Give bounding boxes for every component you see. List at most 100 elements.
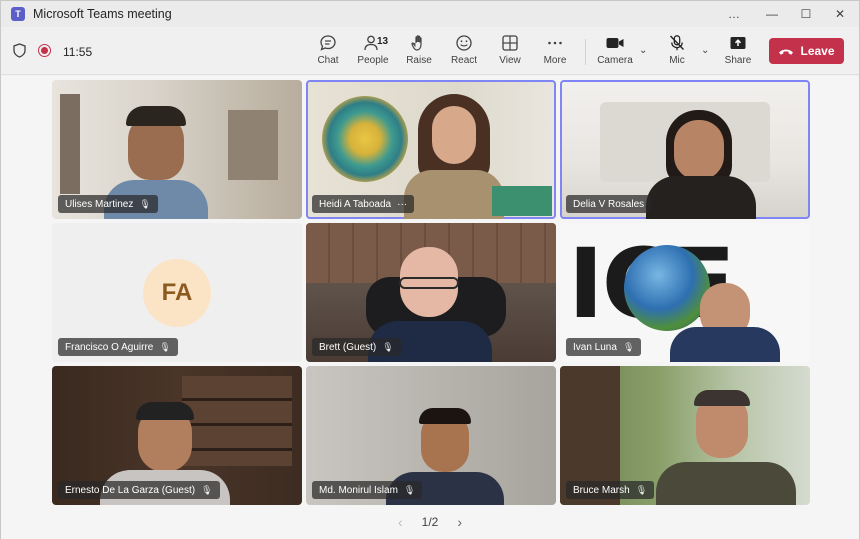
more-label: More (543, 55, 567, 66)
participant-hair (126, 106, 186, 126)
chat-label: Chat (317, 55, 339, 66)
participant-scarf (646, 176, 756, 219)
participant-nametag: Md. Monirul Islam 🎙 (312, 481, 423, 499)
avatar: FA (143, 259, 211, 327)
teams-logo-icon: T (11, 7, 25, 21)
participant-face (432, 106, 476, 164)
participant-name: Ernesto De La Garza (Guest) (65, 484, 196, 496)
participant-nametag: Bruce Marsh 🎙 (566, 481, 655, 499)
participant-more-icon[interactable]: ··· (397, 199, 407, 210)
mic-off-icon: 🎙 (622, 341, 635, 352)
share-label: Share (724, 55, 752, 66)
mic-off-icon: 🎙 (159, 341, 171, 352)
mic-label: Mic (669, 55, 685, 66)
participant-tile[interactable]: Ernesto De La Garza (Guest) 🎙 (52, 366, 302, 505)
raise-label: Raise (406, 55, 432, 66)
more-options-icon[interactable]: … (717, 1, 751, 27)
camera-button[interactable]: Camera (591, 33, 639, 71)
close-button[interactable]: ✕ (823, 1, 857, 27)
leave-label: Leave (800, 44, 835, 58)
participant-nametag: Ivan Luna 🎙 (566, 338, 642, 356)
mic-button[interactable]: Mic (653, 33, 701, 71)
participant-hair (419, 408, 471, 424)
participant-nametag: Ernesto De La Garza (Guest) 🎙 (58, 481, 220, 499)
participant-nametag: Brett (Guest) 🎙 (312, 338, 401, 356)
participant-shirt (656, 462, 796, 505)
next-page-button[interactable]: › (457, 514, 462, 530)
background-wall (228, 110, 278, 180)
participant-tile[interactable]: Ulises Martinez 🎙 (52, 80, 302, 219)
page-indicator: 1/2 (421, 515, 439, 529)
teams-window: T Microsoft Teams meeting … — ☐ ✕ 11:55 … (0, 0, 860, 539)
participant-blazer (404, 170, 504, 219)
participant-nametag: Francisco O Aguirre 🎙 (58, 338, 178, 356)
page-navigator: ‹ 1/2 › (398, 513, 462, 531)
share-button[interactable]: Share (714, 33, 762, 71)
view-label: View (499, 55, 521, 66)
participant-face (674, 120, 724, 180)
more-dots-icon (546, 33, 564, 53)
participant-name: Md. Monirul Islam (319, 484, 398, 496)
grid-view-icon (501, 33, 519, 53)
window-frame (60, 94, 80, 194)
participant-hair (694, 390, 750, 406)
title-bar: T Microsoft Teams meeting … — ☐ ✕ (1, 1, 859, 27)
view-button[interactable]: View (486, 33, 534, 71)
recording-icon (38, 44, 51, 57)
mic-muted-icon (668, 33, 686, 53)
participant-name: Francisco O Aguirre (65, 341, 154, 353)
react-button[interactable]: React (440, 33, 488, 71)
participant-hair (136, 402, 194, 420)
people-label: People (357, 55, 389, 66)
more-button[interactable]: More (531, 33, 579, 71)
participant-name: Delia V Rosales (573, 198, 645, 210)
bookshelf (182, 376, 292, 466)
camera-icon (605, 33, 625, 53)
camera-label: Camera (597, 55, 633, 66)
glasses-icon (399, 277, 459, 289)
participant-name: Heidi A Taboada (319, 198, 392, 210)
participant-nametag: Heidi A Taboada ··· (312, 195, 415, 213)
participant-nametag: Ulises Martinez 🎙 (58, 195, 158, 213)
participant-shirt (670, 327, 780, 362)
participant-name: Ulises Martinez (65, 198, 134, 210)
participant-name: Bruce Marsh (573, 484, 630, 496)
participant-tile[interactable]: Brett (Guest) 🎙 (306, 223, 556, 362)
people-count: 13 (377, 36, 389, 47)
participant-tile[interactable]: ICE Ivan Luna 🎙 (560, 223, 810, 362)
mic-off-icon: 🎙 (382, 341, 394, 352)
raise-hand-button[interactable]: Raise (395, 33, 443, 71)
camera-options-chevron-icon[interactable]: ⌄ (639, 45, 647, 56)
shield-icon[interactable] (13, 43, 26, 58)
minimize-button[interactable]: — (755, 1, 789, 27)
participant-name: Ivan Luna (573, 341, 617, 353)
decorative-painting (322, 96, 408, 182)
participant-tile[interactable]: Heidi A Taboada ··· (306, 80, 556, 219)
chat-button[interactable]: Chat (304, 33, 352, 71)
mic-off-icon: 🎙 (139, 198, 151, 209)
people-button[interactable]: 13 People (349, 33, 397, 71)
participant-tile[interactable]: Delia V Rosales (560, 80, 810, 219)
phone-hangup-icon (779, 49, 794, 55)
participant-tile[interactable]: FA Francisco O Aguirre 🎙 (52, 223, 302, 362)
mic-options-chevron-icon[interactable]: ⌄ (701, 45, 709, 56)
emoji-icon (455, 33, 473, 53)
meeting-toolbar: 11:55 Chat 13 People Raise React View Mo… (1, 27, 859, 75)
window-title: Microsoft Teams meeting (33, 7, 172, 21)
share-icon (729, 33, 747, 53)
participant-nametag: Delia V Rosales (566, 195, 652, 213)
participant-tile[interactable]: Md. Monirul Islam 🎙 (306, 366, 556, 505)
maximize-button[interactable]: ☐ (789, 1, 823, 27)
react-label: React (450, 55, 478, 66)
leave-button[interactable]: Leave (769, 38, 844, 64)
previous-page-button[interactable]: ‹ (398, 514, 403, 530)
participant-tile[interactable]: Bruce Marsh 🎙 (560, 366, 810, 505)
raise-hand-icon (410, 33, 428, 53)
globe-icon (624, 245, 710, 331)
mic-off-icon: 🎙 (635, 484, 648, 495)
mic-off-icon: 🎙 (201, 484, 213, 495)
mic-off-icon: 🎙 (403, 484, 416, 495)
chat-icon (319, 33, 337, 53)
video-stage: Ulises Martinez 🎙 Heidi A Taboada ··· De… (1, 76, 859, 539)
toolbar-divider (585, 39, 586, 65)
